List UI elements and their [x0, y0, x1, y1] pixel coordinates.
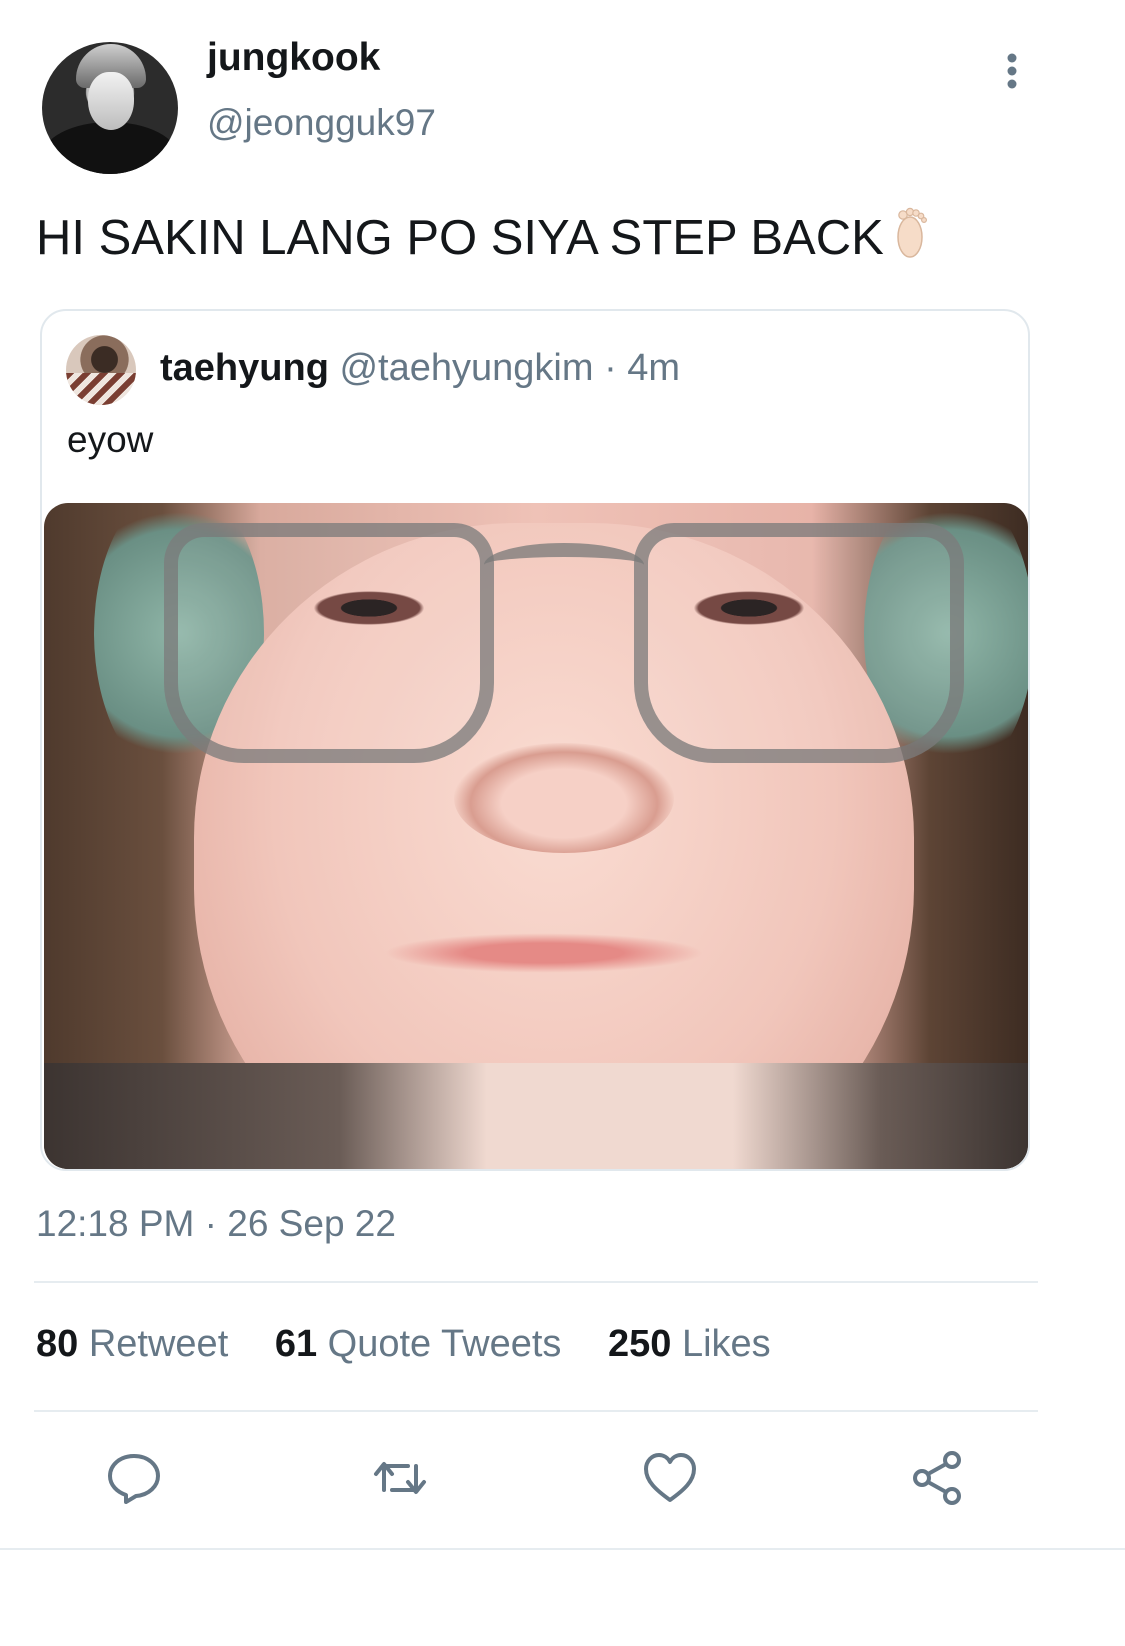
share-icon[interactable]	[910, 1450, 966, 1506]
foot-icon	[892, 205, 928, 271]
likes-label: Likes	[681, 1323, 771, 1365]
quoted-tweet-photo[interactable]	[44, 503, 1028, 1169]
quoted-tweet-card[interactable]: taehyung @taehyungkim · 4m eyow	[40, 309, 1030, 1171]
engagement-stats: 80 Retweet 61 Quote Tweets 250 Likes	[36, 1323, 807, 1366]
divider	[0, 1548, 1125, 1550]
likes-stat[interactable]: 250 Likes	[608, 1323, 771, 1366]
reply-icon[interactable]	[106, 1450, 162, 1506]
author-handle[interactable]: @jeongguk97	[207, 102, 436, 144]
quoted-tweet-text: eyow	[67, 419, 154, 460]
quote-tweets-stat[interactable]: 61 Quote Tweets	[275, 1323, 562, 1366]
divider	[34, 1281, 1038, 1283]
quoted-tweet-header: taehyung @taehyungkim · 4m	[160, 347, 680, 390]
tweet-text: HI SAKIN LANG PO SIYA STEP BACK	[36, 211, 884, 265]
retweet-icon[interactable]	[372, 1450, 428, 1506]
tweet-timestamp[interactable]: 12:18 PM · 26 Sep 22	[36, 1203, 396, 1245]
more-options-icon[interactable]	[1000, 52, 1024, 92]
tweet-body: HI SAKIN LANG PO SIYA STEP BACK	[36, 205, 928, 271]
author-display-name[interactable]: jungkook	[207, 36, 380, 80]
quote-tweets-count: 61	[274, 1323, 318, 1365]
like-icon[interactable]	[642, 1450, 698, 1506]
likes-count: 250	[608, 1323, 672, 1365]
quoted-author-display-name[interactable]: taehyung	[160, 347, 329, 389]
retweet-stat[interactable]: 80 Retweet	[36, 1323, 228, 1366]
quoted-author-handle[interactable]: @taehyungkim	[339, 347, 593, 389]
retweet-label: Retweet	[88, 1323, 229, 1365]
quoted-meta-separator: ·	[593, 347, 628, 389]
retweet-count: 80	[36, 1323, 79, 1365]
quoted-author-avatar[interactable]	[66, 335, 136, 405]
divider	[34, 1410, 1038, 1412]
author-avatar[interactable]	[42, 42, 178, 174]
quote-tweets-label: Quote Tweets	[327, 1323, 562, 1365]
quoted-tweet-age: 4m	[627, 347, 681, 389]
